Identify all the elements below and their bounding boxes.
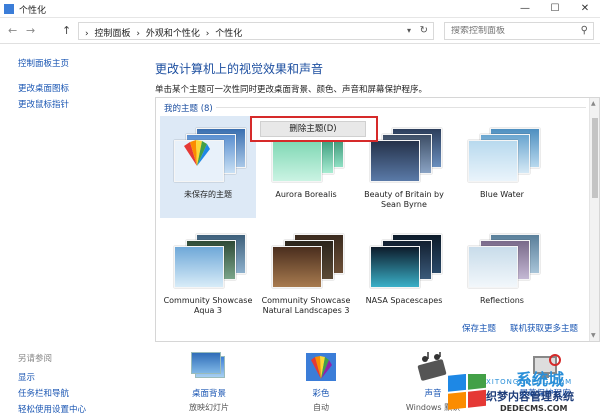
maximize-button[interactable]: ☐ [540, 0, 570, 18]
sidebar-link-change-mouse-pointers[interactable]: 更改鼠标指针 [18, 98, 69, 110]
watermark-text: 织梦内容管理系统 [486, 390, 574, 403]
color-value: 自动 [313, 403, 329, 412]
sidebar-link-display[interactable]: 显示 [18, 371, 35, 383]
window-controls: — ☐ ✕ [510, 0, 600, 18]
delete-theme-menu-item[interactable]: 删除主题(D) [260, 121, 366, 137]
breadcrumb-control-panel[interactable]: 控制面板 [94, 29, 130, 39]
refresh-icon[interactable]: ↻ [420, 25, 428, 36]
see-also-title: 另请参阅 [18, 354, 53, 364]
title-bar: 个性化 — ☐ ✕ [0, 0, 600, 18]
sidebar: 控制面板主页 更改桌面图标 更改鼠标指针 另请参阅 显示 任务栏和导航 轻松使用… [0, 45, 120, 420]
watermark-logo-icon [446, 371, 490, 414]
theme-tile-nasa-spacescapes[interactable]: NASA Spacescapes [356, 222, 452, 324]
save-theme-link[interactable]: 保存主题 [462, 322, 496, 334]
color-item[interactable]: 彩色 自动 [281, 352, 361, 413]
minimize-button[interactable]: — [510, 0, 540, 18]
my-themes-group-title: 我的主题 (8) [164, 104, 213, 114]
window-title: 个性化 [19, 6, 47, 16]
theme-thumbnail [168, 120, 248, 188]
breadcrumb: › 控制面板 › 外观和个性化 › 个性化 [85, 26, 245, 39]
get-more-themes-link[interactable]: 联机获取更多主题 [510, 322, 578, 334]
breadcrumb-sep-icon: › [205, 29, 210, 39]
theme-label: Aurora Borealis [275, 190, 337, 199]
breadcrumb-sep-icon: › [136, 29, 140, 39]
theme-label: Community Showcase Natural Landscapes 3 [261, 296, 351, 315]
color-icon [303, 352, 339, 382]
back-arrow-icon[interactable]: ← [8, 24, 17, 37]
theme-label: Beauty of Britain by Sean Byrne [364, 190, 444, 209]
theme-thumbnail [168, 226, 248, 294]
forward-arrow-icon[interactable]: → [26, 24, 35, 37]
theme-tile-community-natural-landscapes-3[interactable]: Community Showcase Natural Landscapes 3 [258, 222, 354, 324]
theme-thumbnail [364, 226, 444, 294]
scroll-up-icon[interactable]: ▲ [591, 100, 596, 107]
theme-label: Blue Water [480, 190, 524, 199]
theme-preview-layer [468, 246, 518, 288]
theme-preview-layer [272, 246, 322, 288]
page-description: 单击某个主题可一次性同时更改桌面背景、颜色、声音和屏幕保护程序。 [155, 85, 428, 95]
theme-tile-reflections[interactable]: Reflections [454, 222, 550, 324]
context-menu: 删除主题(D) [250, 116, 378, 142]
close-button[interactable]: ✕ [570, 0, 600, 18]
color-palette-icon [182, 138, 212, 168]
page-title: 更改计算机上的视觉效果和声音 [155, 62, 324, 76]
theme-label: 未保存的主题 [184, 190, 232, 199]
theme-thumbnail [462, 120, 542, 188]
desktop-background-icon [191, 352, 227, 382]
personalization-app-icon [4, 4, 14, 14]
desktop-background-value: 放映幻灯片 [189, 403, 229, 412]
site-watermark: 系统城 XITONGCHENG.COM 织梦内容管理系统 DEDECMS.COM [446, 366, 596, 418]
breadcrumb-appearance[interactable]: 外观和个性化 [146, 29, 200, 39]
theme-thumbnail [266, 226, 346, 294]
theme-preview-layer [468, 140, 518, 182]
scroll-down-icon[interactable]: ▼ [591, 332, 596, 339]
breadcrumb-sep-icon: › [85, 29, 89, 39]
scrollbar-thumb[interactable] [592, 118, 598, 198]
theme-label: NASA Spacescapes [365, 296, 443, 305]
theme-label: Reflections [480, 296, 524, 305]
theme-preview-layer [370, 246, 420, 288]
search-input[interactable] [451, 26, 561, 36]
address-bar[interactable]: › 控制面板 › 外观和个性化 › 个性化 ▾ ↻ [78, 22, 434, 40]
sidebar-link-change-desktop-icons[interactable]: 更改桌面图标 [18, 82, 69, 94]
sidebar-link-taskbar[interactable]: 任务栏和导航 [18, 387, 69, 399]
group-divider [216, 107, 586, 108]
theme-tile-blue-water[interactable]: Blue Water [454, 116, 550, 218]
watermark-url: DEDECMS.COM [500, 404, 568, 413]
theme-label: Community Showcase Aqua 3 [163, 296, 253, 315]
navigation-bar: ← → ↑ › 控制面板 › 外观和个性化 › 个性化 ▾ ↻ ⚲ [0, 18, 600, 44]
theme-tile-community-aqua-3[interactable]: Community Showcase Aqua 3 [160, 222, 256, 324]
chevron-down-icon[interactable]: ▾ [407, 26, 411, 35]
search-icon[interactable]: ⚲ [581, 25, 588, 36]
watermark-brand-url: XITONGCHENG.COM [486, 378, 573, 386]
breadcrumb-personalization[interactable]: 个性化 [215, 29, 242, 39]
theme-preview-layer [174, 246, 224, 288]
themes-scrollbar[interactable]: ▲ ▼ [589, 98, 599, 341]
theme-preview-layer [370, 140, 420, 182]
theme-preview-layer [272, 140, 322, 182]
sidebar-link-ease-of-access[interactable]: 轻松使用设置中心 [18, 403, 86, 415]
sidebar-link-control-panel-home[interactable]: 控制面板主页 [18, 57, 69, 69]
color-label: 彩色 [312, 389, 330, 399]
up-arrow-icon[interactable]: ↑ [62, 24, 71, 37]
desktop-background-label: 桌面背景 [191, 389, 226, 399]
search-box[interactable]: ⚲ [444, 22, 594, 40]
desktop-background-item[interactable]: 桌面背景 放映幻灯片 [169, 352, 249, 413]
theme-tile-unsaved[interactable]: 未保存的主题 [160, 116, 256, 218]
theme-thumbnail [462, 226, 542, 294]
